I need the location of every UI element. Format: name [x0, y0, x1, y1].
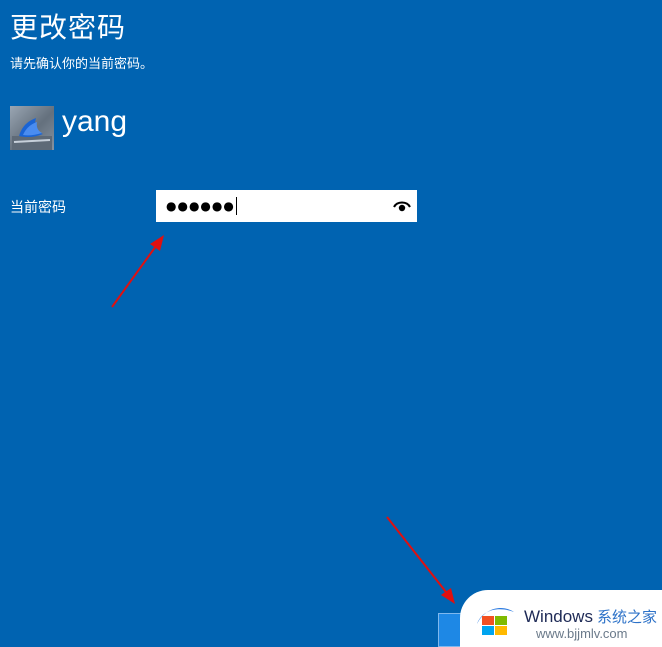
page-subtitle: 请先确认你的当前密码。	[10, 57, 154, 72]
password-mask: ●●●●●●	[166, 199, 235, 213]
watermark-badge: Windows 系统之家 www.bjjmlv.com	[460, 590, 662, 647]
watermark-url: www.bjjmlv.com	[536, 626, 628, 641]
user-info: yang	[10, 105, 128, 150]
page-title: 更改密码	[10, 11, 127, 44]
windows-logo-icon	[477, 607, 514, 635]
account-picture-icon	[10, 106, 54, 150]
current-password-label: 当前密码	[10, 200, 66, 216]
text-caret	[235, 197, 237, 215]
username: yang	[62, 105, 128, 138]
watermark-title: Windows 系统之家	[524, 606, 657, 627]
watermark-title-en: Windows	[524, 607, 593, 626]
annotation-arrow-to-next	[386, 516, 455, 604]
watermark-title-cn: 系统之家	[596, 609, 657, 626]
annotation-arrow-to-field	[111, 235, 164, 308]
eye-icon[interactable]	[393, 198, 411, 214]
current-password-field[interactable]: ●●●●●●	[156, 190, 417, 222]
